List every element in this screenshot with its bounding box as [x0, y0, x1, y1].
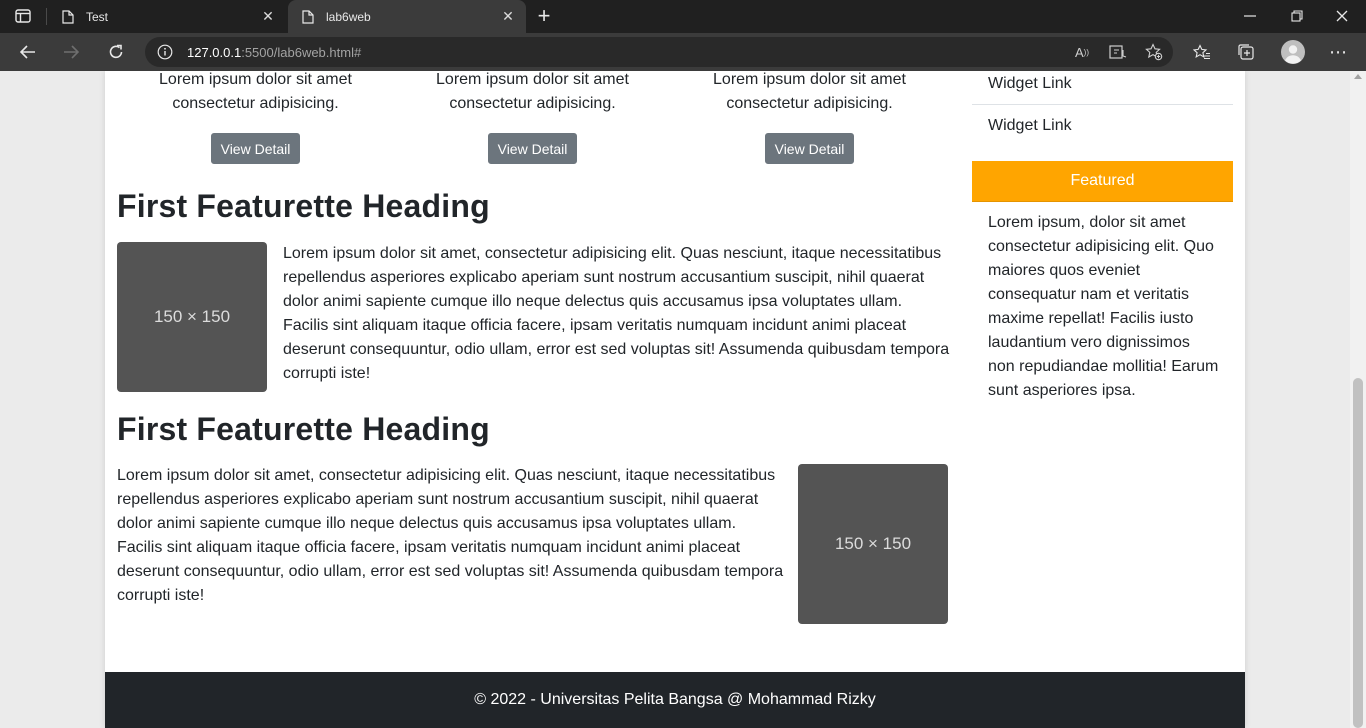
restore-icon[interactable] [1288, 8, 1306, 24]
featurette-text: Lorem ipsum dolor sit amet, consectetur … [283, 245, 950, 382]
tab-test[interactable]: Test ✕ [48, 0, 286, 33]
url-text[interactable]: 127.0.0.1:5500/lab6web.html# [187, 45, 361, 60]
feature-text: Lorem ipsum dolor sit amet consectetur a… [159, 71, 352, 112]
profile-avatar[interactable] [1281, 40, 1305, 64]
forward-button[interactable] [57, 39, 85, 65]
tab-divider [46, 8, 47, 25]
close-tab-icon[interactable]: ✕ [260, 8, 276, 24]
add-favorite-icon[interactable] [1143, 42, 1165, 62]
document-icon [300, 9, 316, 25]
tab-lab6web[interactable]: lab6web ✕ [288, 0, 526, 33]
featured-card-text: Lorem ipsum, dolor sit amet consectetur … [988, 214, 1219, 399]
url-bar[interactable]: 127.0.0.1:5500/lab6web.html# A)) [145, 37, 1173, 67]
immersive-reader-icon[interactable] [1107, 42, 1129, 62]
browser-tab-strip: Test ✕ lab6web ✕ + [0, 0, 1366, 33]
page-container: Lorem ipsum dolor sit amet consectetur a… [105, 71, 1245, 728]
feature-card: Lorem ipsum dolor sit amet consectetur a… [394, 71, 671, 164]
tab-actions-icon[interactable] [14, 8, 32, 24]
collections-icon[interactable] [1236, 42, 1256, 62]
feature-text: Lorem ipsum dolor sit amet consectetur a… [436, 71, 629, 112]
view-detail-button[interactable]: View Detail [210, 133, 301, 164]
url-path: :5500/lab6web.html# [241, 45, 362, 60]
page-footer: © 2022 - Universitas Pelita Bangsa @ Moh… [105, 672, 1245, 728]
feature-card: Lorem ipsum dolor sit amet consectetur a… [671, 71, 948, 164]
tab-label: lab6web [326, 9, 371, 24]
more-options-icon[interactable]: ⋯ [1328, 42, 1348, 62]
featurette-heading: First Featurette Heading [117, 411, 490, 447]
placeholder-image: 150 × 150 [798, 464, 948, 624]
tab-label: Test [86, 9, 109, 24]
widget-link[interactable]: Widget Link [972, 105, 1233, 146]
scrollbar-thumb[interactable] [1353, 378, 1363, 728]
featurette-heading: First Featurette Heading [117, 188, 490, 224]
refresh-button[interactable] [102, 39, 130, 65]
new-tab-button[interactable]: + [533, 3, 555, 28]
featured-card-header: Featured [972, 161, 1233, 202]
address-toolbar: 127.0.0.1:5500/lab6web.html# A)) ⋯ [0, 33, 1366, 71]
document-icon [60, 9, 76, 25]
view-detail-button[interactable]: View Detail [764, 133, 855, 164]
feature-text: Lorem ipsum dolor sit amet consectetur a… [713, 71, 906, 112]
site-info-icon[interactable] [157, 44, 173, 60]
featurette-text: Lorem ipsum dolor sit amet, consectetur … [117, 467, 784, 604]
feature-card: Lorem ipsum dolor sit amet consectetur a… [117, 71, 394, 164]
scroll-up-arrow-icon[interactable] [1354, 74, 1362, 79]
read-aloud-icon[interactable]: A)) [1071, 42, 1093, 62]
widget-link[interactable]: Widget Link [972, 71, 1233, 105]
minimize-icon[interactable] [1241, 8, 1259, 24]
url-host: 127.0.0.1 [187, 45, 242, 60]
back-button[interactable] [14, 39, 42, 65]
page-viewport: Lorem ipsum dolor sit amet consectetur a… [0, 71, 1366, 728]
close-window-icon[interactable] [1333, 8, 1351, 24]
favorites-icon[interactable] [1192, 42, 1212, 62]
placeholder-image: 150 × 150 [117, 242, 267, 392]
close-tab-icon[interactable]: ✕ [500, 8, 516, 24]
view-detail-button[interactable]: View Detail [487, 133, 578, 164]
vertical-scrollbar[interactable] [1350, 71, 1366, 728]
